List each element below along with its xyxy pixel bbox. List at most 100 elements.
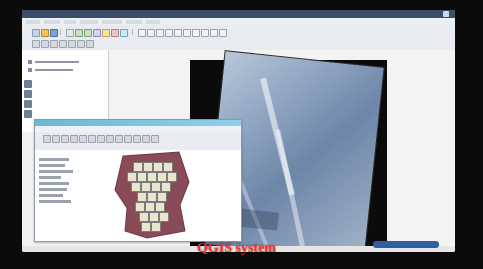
layer-icon[interactable] [32, 40, 40, 48]
refresh-icon[interactable] [210, 29, 218, 37]
qgis-subwindow[interactable] [34, 119, 242, 242]
subwindow-tool-icon[interactable] [97, 135, 105, 143]
help-icon[interactable] [183, 29, 191, 37]
grid-cell [147, 192, 157, 202]
grid-cell [147, 172, 157, 182]
menu-item[interactable] [44, 20, 60, 24]
grid-cell [159, 212, 169, 222]
subwindow-tool-icon[interactable] [70, 135, 78, 143]
grid-cell [153, 162, 163, 172]
layer-label [35, 61, 79, 63]
grid-cell [135, 202, 145, 212]
database-icon[interactable] [59, 40, 67, 48]
grid-cell [137, 172, 147, 182]
save-icon[interactable] [50, 29, 58, 37]
window-controls[interactable] [443, 11, 449, 17]
river-feature [275, 129, 310, 252]
menu-item[interactable] [80, 20, 98, 24]
select-icon[interactable] [102, 29, 110, 37]
menu-item[interactable] [26, 20, 40, 24]
subwindow-tool-icon[interactable] [61, 135, 69, 143]
grid-cell [137, 192, 147, 202]
zoom-out-icon[interactable] [84, 29, 92, 37]
subwindow-tool-icon[interactable] [133, 135, 141, 143]
title-bar [22, 10, 455, 18]
layer-label [39, 188, 67, 191]
web-icon[interactable] [68, 40, 76, 48]
grid-cell [139, 212, 149, 222]
subwindow-tool-icon[interactable] [106, 135, 114, 143]
map-tips-icon[interactable] [192, 29, 200, 37]
grid-cell [157, 192, 167, 202]
subwindow-tool-icon[interactable] [88, 135, 96, 143]
tool-icon[interactable] [24, 100, 32, 108]
subwindow-layer-panel [35, 150, 82, 241]
processing-icon[interactable] [86, 40, 94, 48]
main-toolbar [22, 25, 455, 50]
subwindow-map-canvas[interactable] [81, 150, 241, 241]
menu-item[interactable] [146, 20, 160, 24]
menu-item[interactable] [64, 20, 76, 24]
crs-icon[interactable] [219, 29, 227, 37]
layer-label [35, 69, 73, 71]
menu-item[interactable] [102, 20, 122, 24]
tool-icon[interactable] [24, 80, 32, 88]
mesh-icon[interactable] [77, 40, 85, 48]
attribute-table-icon[interactable] [156, 29, 164, 37]
subwindow-tool-icon[interactable] [79, 135, 87, 143]
layer-checkbox[interactable] [28, 60, 32, 64]
subwindow-tool-icon[interactable] [142, 135, 150, 143]
layer-row[interactable] [28, 60, 100, 64]
digitize-icon[interactable] [147, 29, 155, 37]
subwindow-tool-icon[interactable] [52, 135, 60, 143]
vector-icon[interactable] [50, 40, 58, 48]
menu-bar [22, 18, 455, 25]
grid-cell [131, 182, 141, 192]
raster-icon[interactable] [41, 40, 49, 48]
grid-cell [141, 222, 151, 232]
video-caption: QGIS system [197, 241, 276, 256]
open-icon[interactable] [41, 29, 49, 37]
grid-cell [133, 162, 143, 172]
layer-row[interactable] [28, 68, 100, 72]
grid-cell [127, 172, 137, 182]
layer-label [39, 170, 73, 173]
bookmark-icon[interactable] [201, 29, 209, 37]
tool-icon[interactable] [24, 110, 32, 118]
grid-cell [163, 162, 173, 172]
grid-cell [149, 212, 159, 222]
new-project-icon[interactable] [32, 29, 40, 37]
pan-icon[interactable] [66, 29, 74, 37]
layer-label [39, 176, 61, 179]
grid-cell [151, 182, 161, 192]
edit-icon[interactable] [138, 29, 146, 37]
python-icon[interactable] [174, 29, 182, 37]
qgis-screen [22, 10, 455, 252]
identify-icon[interactable] [93, 29, 101, 37]
grid-cell [157, 172, 167, 182]
grid-cell [141, 182, 151, 192]
grid-cell [155, 202, 165, 212]
subwindow-toolbar [35, 132, 241, 150]
grid-cell [145, 202, 155, 212]
menu-item[interactable] [126, 20, 142, 24]
subwindow-tool-icon[interactable] [151, 135, 159, 143]
layer-label [39, 194, 63, 197]
zoom-in-icon[interactable] [75, 29, 83, 37]
add-layer-icon[interactable] [120, 29, 128, 37]
toolbar-separator [60, 29, 61, 35]
grid-cell [151, 222, 161, 232]
grid-cell [167, 172, 177, 182]
tool-icon[interactable] [24, 90, 32, 98]
layer-label [39, 182, 69, 185]
plugin-icon[interactable] [165, 29, 173, 37]
grid-cell [161, 182, 171, 192]
measure-icon[interactable] [111, 29, 119, 37]
status-bubble[interactable] [373, 241, 439, 248]
layer-checkbox[interactable] [28, 68, 32, 72]
subwindow-tool-icon[interactable] [43, 135, 51, 143]
subwindow-tool-icon[interactable] [124, 135, 132, 143]
toolbar-separator [132, 29, 133, 35]
layer-label [39, 158, 69, 161]
subwindow-tool-icon[interactable] [115, 135, 123, 143]
